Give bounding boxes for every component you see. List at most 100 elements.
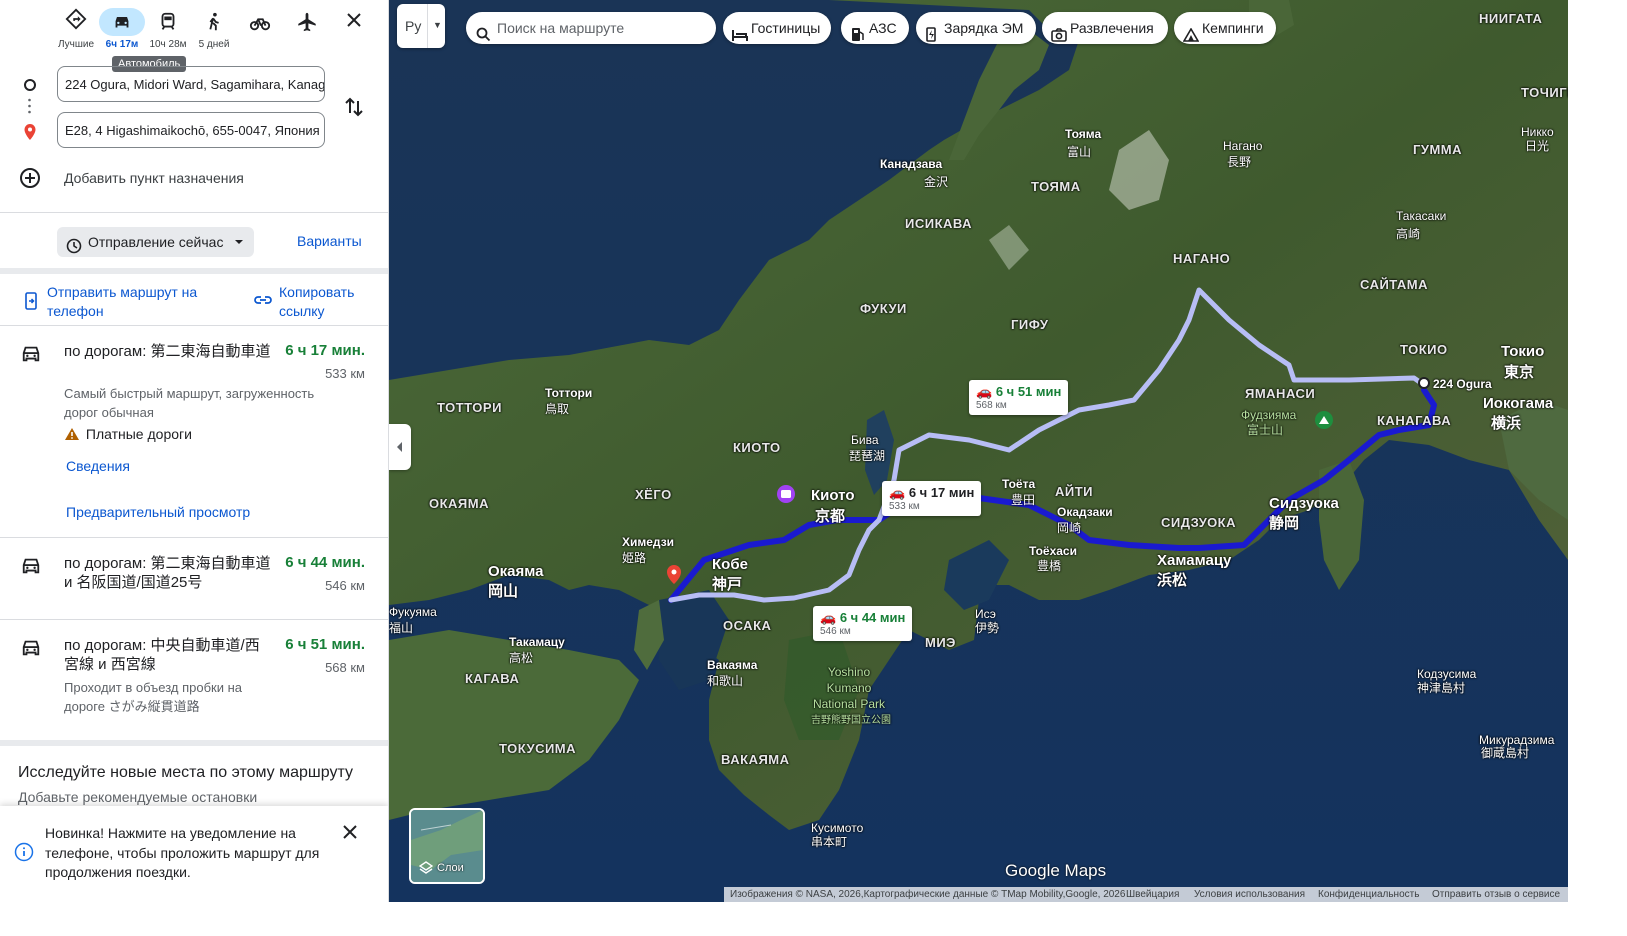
route-box-1[interactable]: 🚗 6 ч 17 мин 533 км <box>882 481 982 516</box>
map-label: Химедзи <box>622 535 675 549</box>
chip-gas[interactable]: АЗС <box>841 12 909 44</box>
route-box-time: 🚗 6 ч 17 мин <box>889 485 974 501</box>
mode-walk[interactable]: 5 дней <box>191 8 237 54</box>
route-option-2[interactable]: по дорогам: 第二東海自動車道 и 名阪国道/国道25号 6 ч 44… <box>0 538 388 619</box>
collapse-panel-button[interactable] <box>389 424 411 470</box>
route-box-time: 🚗 6 ч 44 мин <box>820 610 905 626</box>
map-label: Фудзияма <box>1241 408 1297 422</box>
language-selector[interactable]: Ру ▼ <box>397 4 445 48</box>
map-label: ИСИКАВА <box>905 216 973 231</box>
chip-ev-charging[interactable]: Зарядка ЭМ <box>916 12 1036 44</box>
copy-link-button[interactable]: Копировать ссылку <box>254 283 374 319</box>
route-search-input[interactable]: Поиск на маршруте <box>466 12 716 44</box>
map-label: Окадзаки <box>1057 505 1113 519</box>
map-label: Фукуяма <box>389 605 437 619</box>
route-option-3[interactable]: по дорогам: 中央自動車道/西宮線 и 西宮線 6 ч 51 мин.… <box>0 620 388 738</box>
depart-now-dropdown[interactable]: Отправление сейчас <box>57 227 254 257</box>
map-canvas[interactable]: 🚗 6 ч 17 мин 533 км 🚗 6 ч 44 мин 546 км … <box>389 0 1568 902</box>
map-label: ТОКУСИМА <box>499 741 577 756</box>
map-label: Хамамацу <box>1157 552 1232 569</box>
map-label: Канадзава <box>880 157 943 171</box>
car-icon <box>99 8 145 36</box>
route-title: по дорогам: 中央自動車道/西宮線 и 西宮線 <box>64 637 260 673</box>
map-label: Иокогама <box>1483 395 1554 412</box>
map-label: 高松 <box>509 651 534 665</box>
map-label: 東京 <box>1504 364 1535 381</box>
mode-car[interactable]: 6ч 17м <box>99 8 145 54</box>
mode-flight[interactable] <box>284 8 330 54</box>
chip-camping[interactable]: Кемпинги <box>1174 12 1276 44</box>
country-link[interactable]: Швейцария <box>1126 887 1179 902</box>
google-maps-logo: Google Maps <box>1005 861 1107 880</box>
bed-icon <box>732 21 748 53</box>
chip-entertainment[interactable]: Развлечения <box>1042 12 1168 44</box>
map-label: ГУММА <box>1413 142 1463 157</box>
map-label: КАНАГАВА <box>1377 413 1452 428</box>
map-label: САЙТАМА <box>1360 277 1429 292</box>
close-directions-button[interactable] <box>340 10 368 38</box>
route-description: Самый быстрый маршрут, загруженность дор… <box>64 386 315 420</box>
privacy-link[interactable]: Конфиденциальность <box>1318 887 1419 902</box>
origin-input[interactable]: 224 Ogura, Midori Ward, Sagamihara, Kana… <box>57 66 325 102</box>
route-preview-link[interactable]: Предварительный просмотр <box>66 504 250 520</box>
map-label: ТОКИО <box>1400 342 1448 357</box>
route-box-time-text: 6 ч 17 мин <box>908 485 975 500</box>
close-icon <box>346 13 362 32</box>
link-icon <box>254 293 272 310</box>
mode-transit[interactable]: 10ч 28м <box>145 8 191 54</box>
map-label: Окаяма <box>488 563 544 580</box>
directions-panel: Лучшие 6ч 17м 10ч 28м 5 дней Автомобиль … <box>0 0 389 902</box>
options-link[interactable]: Варианты <box>297 233 362 249</box>
map-label: Такасаки <box>1396 209 1447 223</box>
route-box-3[interactable]: 🚗 6 ч 51 мин 568 км <box>969 380 1069 415</box>
chip-label: Гостиницы <box>751 20 821 36</box>
map-label: Исэ <box>975 607 996 621</box>
terms-link[interactable]: Условия использования <box>1194 887 1305 902</box>
feedback-link[interactable]: Отправить отзыв о сервисе <box>1432 887 1560 902</box>
route-box-2[interactable]: 🚗 6 ч 44 мин 546 км <box>813 606 913 641</box>
map-label: Тоттори <box>545 386 593 400</box>
attribution-text: Изображения © NASA, 2026,Картографически… <box>730 889 1126 900</box>
add-destination-button[interactable]: Добавить пункт назначения <box>18 166 358 190</box>
explore-title: Исследуйте новые места по этому маршруту <box>18 764 353 781</box>
camera-icon <box>1051 21 1067 53</box>
route-details-link[interactable]: Сведения <box>66 458 130 474</box>
divider <box>0 740 388 746</box>
layers-button[interactable]: Слои <box>409 808 485 884</box>
depart-label: Отправление сейчас <box>88 234 224 250</box>
route-box-time-text: 6 ч 51 мин <box>995 384 1062 399</box>
origin-marker[interactable] <box>1418 377 1430 389</box>
language-label: Ру <box>405 18 422 34</box>
add-destination-label: Добавить пункт назначения <box>64 170 244 186</box>
map-label: 豊田 <box>1011 493 1036 507</box>
map-label: КИОТО <box>733 440 781 455</box>
route-box-km: 568 км <box>976 400 1007 411</box>
map-label: Кусимото <box>811 821 864 835</box>
close-icon[interactable] <box>342 824 358 845</box>
map-label: Бива <box>851 433 879 447</box>
map-label: 御蔵島村 <box>1481 746 1530 760</box>
chip-hotels[interactable]: Гостиницы <box>723 12 831 44</box>
route-option-1[interactable]: по дорогам: 第二東海自動車道 6 ч 17 мин. 533 км … <box>0 326 388 537</box>
map-footer: Изображения © NASA, 2026,Картографически… <box>724 887 1568 902</box>
send-to-phone-button[interactable]: Отправить маршрут на телефон <box>20 283 240 319</box>
mode-bike[interactable] <box>237 8 283 54</box>
map-label: 豊橋 <box>1037 559 1062 573</box>
map-label: 日光 <box>1525 139 1550 153</box>
destination-input[interactable]: E28, 4 Higashimaikochō, 655-0047, Япония <box>57 112 325 148</box>
caret-down-icon: ▼ <box>433 20 442 30</box>
route-box-km: 533 км <box>889 501 920 512</box>
route-time: 6 ч 44 мин. <box>285 554 365 571</box>
map-label: 224 Ogura <box>1433 377 1492 391</box>
swap-icon[interactable] <box>343 96 365 118</box>
gas-station-icon <box>851 21 864 53</box>
map-label: МИЭ <box>925 635 956 650</box>
map-label: 和歌山 <box>707 674 744 688</box>
map-label: ФУКУИ <box>860 301 907 316</box>
car-icon: 🚗 <box>889 485 906 500</box>
route-distance: 533 км <box>325 366 365 381</box>
map-label: 吉野熊野国立公園 <box>811 715 891 726</box>
route-distance: 568 км <box>325 660 365 675</box>
route-time: 6 ч 51 мин. <box>285 636 365 653</box>
mode-best[interactable]: Лучшие <box>53 8 99 54</box>
